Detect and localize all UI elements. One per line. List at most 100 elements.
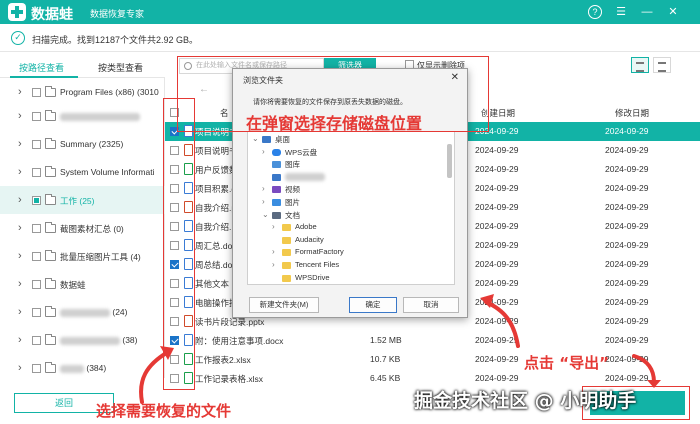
help-icon[interactable]: ? xyxy=(588,5,602,19)
table-row[interactable]: 工作报表2.xlsx 10.7 KB 2024-09-29 2024-09-29 xyxy=(165,350,700,369)
app-subtitle: 数据恢复专家 xyxy=(90,9,145,19)
folder-icon xyxy=(282,249,291,257)
tree-checkbox[interactable] xyxy=(32,140,41,149)
chevron-down-icon[interactable]: ⌄ xyxy=(262,210,269,219)
chevron-right-icon[interactable]: › xyxy=(272,260,275,269)
tree-checkbox[interactable] xyxy=(32,308,41,317)
dialog-tree-item[interactable]: WPS云盘 xyxy=(285,147,317,158)
tree-item[interactable]: › (24) xyxy=(0,298,165,326)
tree-item-label: 数据蛙 xyxy=(60,280,86,290)
tree-checkbox[interactable] xyxy=(32,364,41,373)
tree-checkbox[interactable] xyxy=(32,280,41,289)
tree-checkbox[interactable] xyxy=(32,168,41,177)
file-created-date: 2024-09-29 xyxy=(475,183,519,193)
tree-item[interactable]: › 批量压缩图片工具 (4) xyxy=(0,242,165,270)
scan-status-bar: ✓ 扫描完成。找到12187个文件共2.92 GB。 xyxy=(0,24,700,52)
chevron-right-icon[interactable]: › xyxy=(262,197,265,206)
tab-by-path[interactable]: 按路径查看 xyxy=(19,61,64,74)
chevron-right-icon[interactable]: › xyxy=(18,167,22,178)
dialog-tree-item[interactable]: WPSDrive xyxy=(295,273,330,282)
tree-item-label: (38) xyxy=(60,335,138,345)
folder-tree: › Program Files (x86) (3010 › › Summary … xyxy=(0,78,165,378)
dialog-tree-item[interactable] xyxy=(285,172,325,181)
menu-icon[interactable]: ☰ xyxy=(614,5,628,19)
chevron-right-icon[interactable]: › xyxy=(18,279,22,290)
cancel-button[interactable]: 取消 xyxy=(403,297,459,313)
file-modified-date: 2024-09-29 xyxy=(605,278,649,288)
tree-item[interactable]: › System Volume Informati xyxy=(0,158,165,186)
file-name: 自我介绍. xyxy=(195,222,232,232)
chevron-right-icon[interactable]: › xyxy=(262,147,265,156)
view-tabs: 按路径查看 按类型查看 xyxy=(0,52,165,78)
tree-item[interactable]: › 数据蛙 xyxy=(0,270,165,298)
tab-by-type[interactable]: 按类型查看 xyxy=(98,61,143,74)
table-row[interactable]: 附：使用注意事项.docx 1.52 MB 2024-09-29 2024-09-29 xyxy=(165,331,700,350)
tree-checkbox-partial[interactable] xyxy=(32,196,41,205)
dialog-tree-item[interactable]: Audacity xyxy=(295,235,324,244)
file-modified-date: 2024-09-29 xyxy=(605,259,649,269)
list-view-icon[interactable] xyxy=(653,57,671,73)
dialog-tree-item[interactable]: Tencent Files xyxy=(295,260,339,269)
grid-view-icon[interactable] xyxy=(631,57,649,73)
chevron-down-icon[interactable]: ⌄ xyxy=(252,134,259,143)
chevron-right-icon[interactable]: › xyxy=(18,251,22,262)
chevron-right-icon[interactable]: › xyxy=(262,184,265,193)
tree-item-selected[interactable]: › 工作 (25) xyxy=(0,186,165,214)
chevron-right-icon[interactable]: › xyxy=(18,111,22,122)
dialog-tree-item[interactable]: Adobe xyxy=(295,222,317,231)
file-modified-date: 2024-09-29 xyxy=(605,335,649,345)
scan-status-text: 扫描完成。找到12187个文件共2.92 GB。 xyxy=(32,35,199,45)
dialog-tree-item[interactable]: FormatFactory xyxy=(295,247,344,256)
chevron-right-icon[interactable]: › xyxy=(18,223,22,234)
tree-checkbox[interactable] xyxy=(32,252,41,261)
dialog-annotation: 在弹窗选择存储磁盘位置 xyxy=(246,114,423,133)
dialog-folder-tree: ⌄ 桌面 › WPS云盘 图库 › 视频 › 图片 ⌄ 文档 › Adobe Audacity › Forma… xyxy=(247,131,455,285)
chevron-right-icon[interactable]: › xyxy=(18,307,22,318)
dialog-tree-item[interactable]: 图片 xyxy=(285,197,300,208)
picture-icon xyxy=(272,199,281,206)
file-created-date: 2024-09-29 xyxy=(475,278,519,288)
file-name: 工作记录表格.xlsx xyxy=(195,374,264,384)
tree-checkbox[interactable] xyxy=(32,336,41,345)
folder-icon xyxy=(282,236,291,244)
file-size: 1.52 MB xyxy=(370,335,402,345)
file-modified-date: 2024-09-29 xyxy=(605,316,649,326)
column-header-modified[interactable]: 修改日期 xyxy=(615,107,649,119)
dialog-tree-item[interactable]: 桌面 xyxy=(275,134,290,145)
tree-item-label: 工作 (25) xyxy=(60,196,95,206)
tree-item[interactable]: › Summary (2325) xyxy=(0,130,165,158)
chevron-right-icon[interactable]: › xyxy=(272,222,275,231)
tree-item[interactable]: › 截图素材汇总 (0) xyxy=(0,214,165,242)
chevron-right-icon[interactable]: › xyxy=(18,87,22,98)
title-bar: 数据蛙 数据恢复专家 ? ☰ — ✕ xyxy=(0,0,700,24)
folder-icon xyxy=(282,274,291,282)
ok-button[interactable]: 确定 xyxy=(349,297,397,313)
dialog-tree-item[interactable]: 图库 xyxy=(285,159,300,170)
tree-checkbox[interactable] xyxy=(32,88,41,97)
tree-item[interactable]: › xyxy=(0,102,165,130)
tree-checkbox[interactable] xyxy=(32,224,41,233)
tree-checkbox[interactable] xyxy=(32,112,41,121)
chevron-right-icon[interactable]: › xyxy=(18,139,22,150)
folder-icon xyxy=(45,250,56,261)
chevron-right-icon[interactable]: › xyxy=(18,363,22,374)
file-modified-date: 2024-09-29 xyxy=(605,202,649,212)
folder-icon xyxy=(45,138,56,149)
video-icon xyxy=(272,186,281,194)
chevron-right-icon[interactable]: › xyxy=(18,195,22,206)
document-icon xyxy=(272,211,281,219)
dialog-tree-item[interactable]: 视频 xyxy=(285,184,300,195)
gallery-icon xyxy=(272,161,281,169)
dialog-scrollbar[interactable] xyxy=(447,144,452,178)
minimize-icon[interactable]: — xyxy=(640,5,654,19)
new-folder-button[interactable]: 新建文件夹(M) xyxy=(249,297,319,313)
dialog-tree-item[interactable]: 文档 xyxy=(285,210,300,221)
app-brand: 数据蛙 xyxy=(31,6,73,22)
chevron-right-icon[interactable]: › xyxy=(272,247,275,256)
close-icon[interactable]: ✕ xyxy=(666,5,680,19)
folder-icon xyxy=(282,224,291,232)
chevron-right-icon[interactable]: › xyxy=(18,335,22,346)
folder-icon xyxy=(45,110,56,121)
file-size: 10.7 KB xyxy=(370,354,401,364)
file-created-date: 2024-09-29 xyxy=(475,164,519,174)
